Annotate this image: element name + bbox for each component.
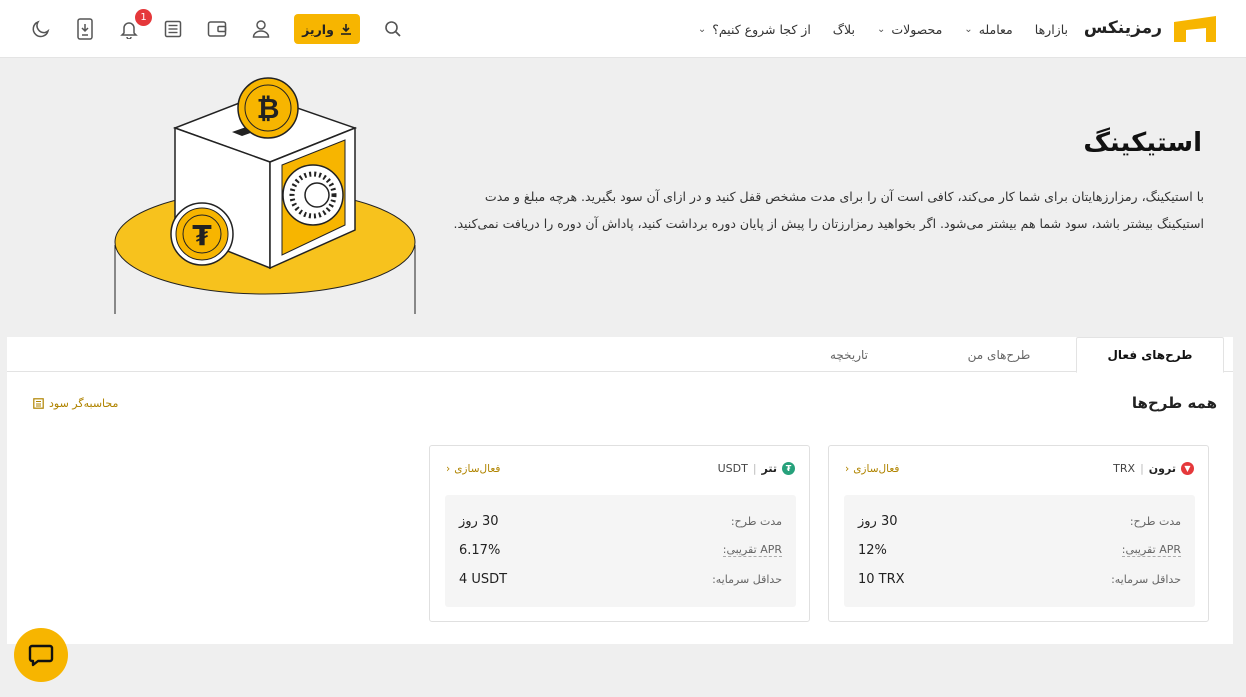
tab-active-plans[interactable]: طرح‌های فعال xyxy=(1076,337,1224,373)
nav-blog[interactable]: بلاگ xyxy=(833,22,855,37)
activate-label: فعال‌سازی xyxy=(853,463,900,475)
logo-mark-icon xyxy=(1172,14,1218,42)
coin-symbol: TRX xyxy=(1113,462,1136,475)
tron-icon: ▼ xyxy=(1181,462,1194,475)
chevron-down-icon: ⌄ xyxy=(964,23,973,35)
nav-products[interactable]: محصولات ⌄ xyxy=(877,22,942,37)
nav-products-label: محصولات xyxy=(891,21,943,37)
svg-text:₮: ₮ xyxy=(192,219,212,252)
min-investment-label: حداقل سرمایه: xyxy=(712,572,782,586)
apr-row: APR تقریبی: 6.17% xyxy=(459,539,782,561)
orders-icon[interactable] xyxy=(162,18,184,40)
apr-row: APR تقریبی: 12% xyxy=(858,539,1181,561)
apr-label[interactable]: APR تقریبی: xyxy=(1121,543,1181,557)
staking-illustration: ₿ ₮ xyxy=(110,70,420,314)
nav-markets-label: بازارها xyxy=(1034,21,1068,37)
tab-my-plans[interactable]: طرح‌های من xyxy=(925,337,1073,372)
download-app-icon[interactable] xyxy=(74,18,96,40)
main-nav: بازارها معامله ⌄ محصولات ⌄ بلاگ از کجا ش… xyxy=(698,0,1068,58)
nav-getting-started[interactable]: از کجا شروع کنیم؟ ⌄ xyxy=(698,22,811,37)
logo-text: رمزینکس xyxy=(1083,18,1163,38)
download-icon xyxy=(340,24,351,35)
nav-trade-label: معامله xyxy=(978,21,1013,37)
coin-symbol: USDT xyxy=(717,462,748,475)
profit-calculator-link[interactable]: محاسبه‌گر سود xyxy=(33,397,118,410)
plan-details: مدت طرح: 30 روز APR تقریبی: 6.17% حداقل … xyxy=(445,495,796,607)
duration-row: مدت طرح: 30 روز xyxy=(858,510,1181,532)
plans-panel: طرح‌های فعال طرح‌های من تاریخچه همه طرح‌… xyxy=(7,337,1233,644)
nav-getting-started-label: از کجا شروع کنیم؟ xyxy=(712,21,811,37)
min-investment-row: حداقل سرمایه: 4 USDT xyxy=(459,568,782,590)
tab-bar: طرح‌های فعال طرح‌های من تاریخچه xyxy=(7,337,1233,373)
header-tools: 1 واریز xyxy=(30,0,404,58)
nav-blog-label: بلاگ xyxy=(832,21,855,37)
tab-history[interactable]: تاریخچه xyxy=(775,337,923,372)
tab-active-plans-label: طرح‌های فعال xyxy=(1107,348,1193,362)
notification-badge: 1 xyxy=(135,9,152,26)
activate-label: فعال‌سازی xyxy=(454,463,501,475)
min-investment-label: حداقل سرمایه: xyxy=(1111,572,1181,586)
page-description: با استیکینگ، رمزارزهایتان برای شما کار م… xyxy=(453,189,1204,231)
min-investment-row: حداقل سرمایه: 10 TRX xyxy=(858,568,1181,590)
top-header: رمزینکس بازارها معامله ⌄ محصولات ⌄ بلاگ … xyxy=(0,0,1246,58)
user-icon[interactable] xyxy=(250,18,272,40)
section-title: همه طرح‌ها xyxy=(1131,394,1217,412)
plan-details: مدت طرح: 30 روز APR تقریبی: 12% حداقل سر… xyxy=(844,495,1195,607)
nav-markets[interactable]: بازارها xyxy=(1035,22,1068,37)
tether-icon: ₮ xyxy=(782,462,795,475)
plan-card-usdt: ₮ تتر | USDT فعال‌سازی ‹ مدت طرح: 30 روز… xyxy=(429,445,810,622)
support-chat-button[interactable] xyxy=(14,628,68,682)
nav-trade[interactable]: معامله ⌄ xyxy=(964,22,1012,37)
calculator-icon xyxy=(33,398,44,409)
plan-card-header: ₮ تتر | USDT xyxy=(718,462,795,475)
logo[interactable]: رمزینکس xyxy=(1084,14,1218,42)
page-title: استیکینگ xyxy=(1083,128,1202,158)
min-investment-value: 10 TRX xyxy=(858,571,905,587)
bell-icon[interactable]: 1 xyxy=(118,9,152,40)
coin-name: ترون xyxy=(1148,462,1176,475)
chevron-left-icon: ‹ xyxy=(845,463,850,475)
activate-link[interactable]: فعال‌سازی ‹ xyxy=(446,463,500,475)
apr-value: 6.17% xyxy=(459,542,501,558)
duration-row: مدت طرح: 30 روز xyxy=(459,510,782,532)
deposit-button[interactable]: واریز xyxy=(294,14,360,44)
chevron-down-icon: ⌄ xyxy=(697,23,707,35)
divider: | xyxy=(1140,462,1144,475)
activate-link[interactable]: فعال‌سازی ‹ xyxy=(845,463,899,475)
min-investment-value: 4 USDT xyxy=(459,571,508,587)
coin-name: تتر xyxy=(761,462,777,475)
calculator-label: محاسبه‌گر سود xyxy=(49,397,119,410)
chat-icon xyxy=(28,644,54,667)
duration-label: مدت طرح: xyxy=(1129,514,1181,528)
duration-label: مدت طرح: xyxy=(730,514,782,528)
apr-value: 12% xyxy=(858,542,887,558)
plan-card-trx: ▼ ترون | TRX فعال‌سازی ‹ مدت طرح: 30 روز… xyxy=(828,445,1209,622)
chevron-left-icon: ‹ xyxy=(446,463,451,475)
moon-icon[interactable] xyxy=(30,18,52,40)
wallet-icon[interactable] xyxy=(206,18,228,40)
tab-my-plans-label: طرح‌های من xyxy=(967,347,1031,362)
duration-value: 30 روز xyxy=(459,513,499,529)
apr-label[interactable]: APR تقریبی: xyxy=(722,543,782,557)
deposit-label: واریز xyxy=(302,21,334,37)
divider: | xyxy=(752,462,757,475)
plan-card-header: ▼ ترون | TRX xyxy=(1113,462,1194,475)
tab-history-label: تاریخچه xyxy=(829,347,869,362)
search-icon[interactable] xyxy=(382,18,404,40)
duration-value: 30 روز xyxy=(858,513,898,529)
svg-text:₿: ₿ xyxy=(257,92,280,125)
chevron-down-icon: ⌄ xyxy=(876,23,886,35)
